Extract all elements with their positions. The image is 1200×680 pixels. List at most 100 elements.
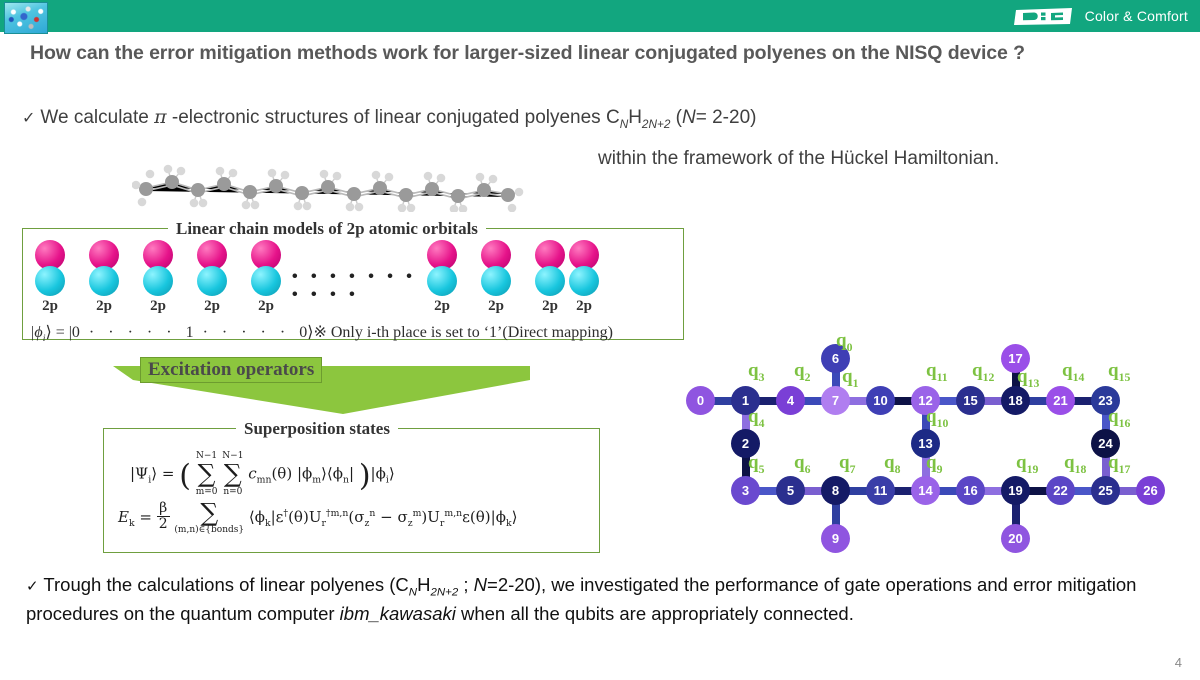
ket-equals: ⟩ = |0 bbox=[45, 324, 80, 341]
edge-label-prefix: q bbox=[748, 406, 759, 427]
qubit-node-5[interactable]: 5 bbox=[776, 476, 805, 505]
edge-label-prefix: q bbox=[1064, 452, 1075, 473]
edge-label-q19: q19 bbox=[1016, 452, 1038, 477]
sum-limit-m: N−1 ∑ m=0 bbox=[196, 451, 218, 497]
qubit-node-22[interactable]: 22 bbox=[1046, 476, 1075, 505]
edge-label-q18: q18 bbox=[1064, 452, 1086, 477]
edge-label-index: 16 bbox=[1118, 416, 1131, 430]
bullet-one: ✓ We calculate π -electronic structures o… bbox=[22, 106, 756, 131]
edge-label-index: 19 bbox=[1026, 462, 1039, 476]
frac-denominator: 2 bbox=[158, 515, 168, 532]
qubit-node-10[interactable]: 10 bbox=[866, 386, 895, 415]
edge-label-q7: q7 bbox=[839, 452, 855, 477]
beta-over-two: β 2 bbox=[156, 501, 170, 532]
edge-label-index: 1 bbox=[852, 376, 859, 390]
sum-lower-n: n=0 bbox=[223, 486, 243, 497]
bullet-one-part3: H bbox=[628, 107, 642, 128]
orbital-lobe-bottom bbox=[35, 266, 65, 296]
edge-label-prefix: q bbox=[794, 360, 805, 381]
orbital-lobe-bottom bbox=[427, 266, 457, 296]
qubit-edge bbox=[1074, 486, 1092, 495]
bullet-one-part2: -electronic structures of linear conjuga… bbox=[166, 107, 620, 128]
edge-label-q2: q2 bbox=[794, 360, 810, 385]
edge-label-q13: q13 bbox=[1017, 366, 1039, 391]
qubit-edge bbox=[939, 486, 957, 495]
qubit-node-3[interactable]: 3 bbox=[731, 476, 760, 505]
qubit-edge bbox=[759, 396, 777, 405]
page-title: How can the error mitigation methods wor… bbox=[30, 42, 1025, 64]
dic-logo: Color & Comfort bbox=[1013, 6, 1188, 26]
orbital-label: 2p bbox=[96, 298, 112, 314]
edge-label-prefix: q bbox=[842, 366, 853, 387]
qubit-node-25[interactable]: 25 bbox=[1091, 476, 1120, 505]
qubit-node-21[interactable]: 21 bbox=[1046, 386, 1075, 415]
bond-sum: ∑ (m,n)∈{bonds} bbox=[174, 499, 245, 536]
italic-n: N bbox=[682, 107, 696, 128]
b2-p3: ; bbox=[458, 574, 474, 595]
qubit-node-20[interactable]: 20 bbox=[1001, 524, 1030, 553]
edge-label-q9: q9 bbox=[926, 452, 942, 477]
sigma-glyph-n: ∑ bbox=[223, 459, 242, 489]
edge-label-q0: q0 bbox=[836, 330, 852, 355]
bond-sum-lower: (m,n)∈{bonds} bbox=[174, 525, 245, 536]
orbital-lobe-bottom bbox=[89, 266, 119, 296]
sigma2-sub: z bbox=[407, 517, 413, 529]
qubit-node-19[interactable]: 19 bbox=[1001, 476, 1030, 505]
excitation-operators-label: Excitation operators bbox=[140, 357, 323, 383]
orbital-0: 2p bbox=[28, 240, 72, 315]
phi-m-index: m bbox=[312, 474, 322, 486]
qubit-node-16[interactable]: 16 bbox=[956, 476, 985, 505]
orbital-label: 2p bbox=[434, 298, 450, 314]
qubit-edge bbox=[1119, 486, 1137, 495]
qubit-node-8[interactable]: 8 bbox=[821, 476, 850, 505]
edge-label-q15: q15 bbox=[1108, 360, 1130, 385]
u2-sub-r: r bbox=[439, 517, 445, 529]
edge-label-index: 18 bbox=[1074, 462, 1087, 476]
check-icon: ✓ bbox=[22, 110, 36, 127]
ket-prefix: |ϕ bbox=[30, 324, 43, 341]
qubit-edge bbox=[804, 486, 822, 495]
qubit-edge bbox=[984, 396, 1002, 405]
qubit-node-26[interactable]: 26 bbox=[1136, 476, 1165, 505]
orbital-6: 2p bbox=[474, 240, 518, 315]
dic-tagline: Color & Comfort bbox=[1084, 8, 1188, 24]
qubit-connectivity-graph: 0 1 2 3 4 5 6 7 8 9 10 11 12 13 14 15 16 17 18 19 20 21 22 23 24… bbox=[676, 330, 1196, 560]
edge-label-prefix: q bbox=[1016, 452, 1027, 473]
edge-label-prefix: q bbox=[836, 330, 847, 351]
qubit-node-15[interactable]: 15 bbox=[956, 386, 985, 415]
edge-label-q4: q4 bbox=[748, 406, 764, 431]
qubit-edge bbox=[831, 504, 840, 525]
qubit-edge bbox=[714, 396, 732, 405]
orbital-1: 2p bbox=[82, 240, 126, 315]
formula-sub-n: N bbox=[619, 117, 629, 131]
qubit-edge bbox=[1011, 504, 1020, 525]
edge-label-index: 7 bbox=[849, 462, 856, 476]
orbital-label: 2p bbox=[576, 298, 592, 314]
edge-label-index: 17 bbox=[1118, 462, 1131, 476]
qubit-node-4[interactable]: 4 bbox=[776, 386, 805, 415]
qubit-edge bbox=[939, 396, 957, 405]
formula-sub-2n2: 2N+2 bbox=[641, 117, 671, 131]
paren-close: ) bbox=[358, 458, 371, 494]
orbital-lobe-bottom bbox=[481, 266, 511, 296]
energy-equals: = bbox=[134, 507, 157, 526]
qubit-node-9[interactable]: 9 bbox=[821, 524, 850, 553]
qubit-node-0[interactable]: 0 bbox=[686, 386, 715, 415]
qubit-edge bbox=[804, 396, 822, 405]
edge-label-q14: q14 bbox=[1062, 360, 1084, 385]
bullet-one-part5: = 2-20) bbox=[695, 107, 757, 128]
b2-italic-n: N bbox=[473, 574, 488, 595]
edge-label-prefix: q bbox=[1108, 360, 1119, 381]
sigma-open: (σ bbox=[348, 507, 365, 526]
b2-sub-n: N bbox=[408, 586, 418, 599]
coeff-c: c bbox=[248, 464, 257, 483]
edge-label-index: 3 bbox=[758, 370, 765, 384]
orbital-lobe-bottom bbox=[535, 266, 565, 296]
superposition-legend: Superposition states bbox=[236, 419, 398, 439]
bra-phi-k: ⟨ϕ bbox=[248, 507, 265, 526]
ket-dots-left: · · · · · bbox=[79, 324, 186, 341]
edge-label-index: 10 bbox=[936, 416, 949, 430]
qubit-node-14[interactable]: 14 bbox=[911, 476, 940, 505]
edge-label-prefix: q bbox=[884, 452, 895, 473]
qubit-node-11[interactable]: 11 bbox=[866, 476, 895, 505]
